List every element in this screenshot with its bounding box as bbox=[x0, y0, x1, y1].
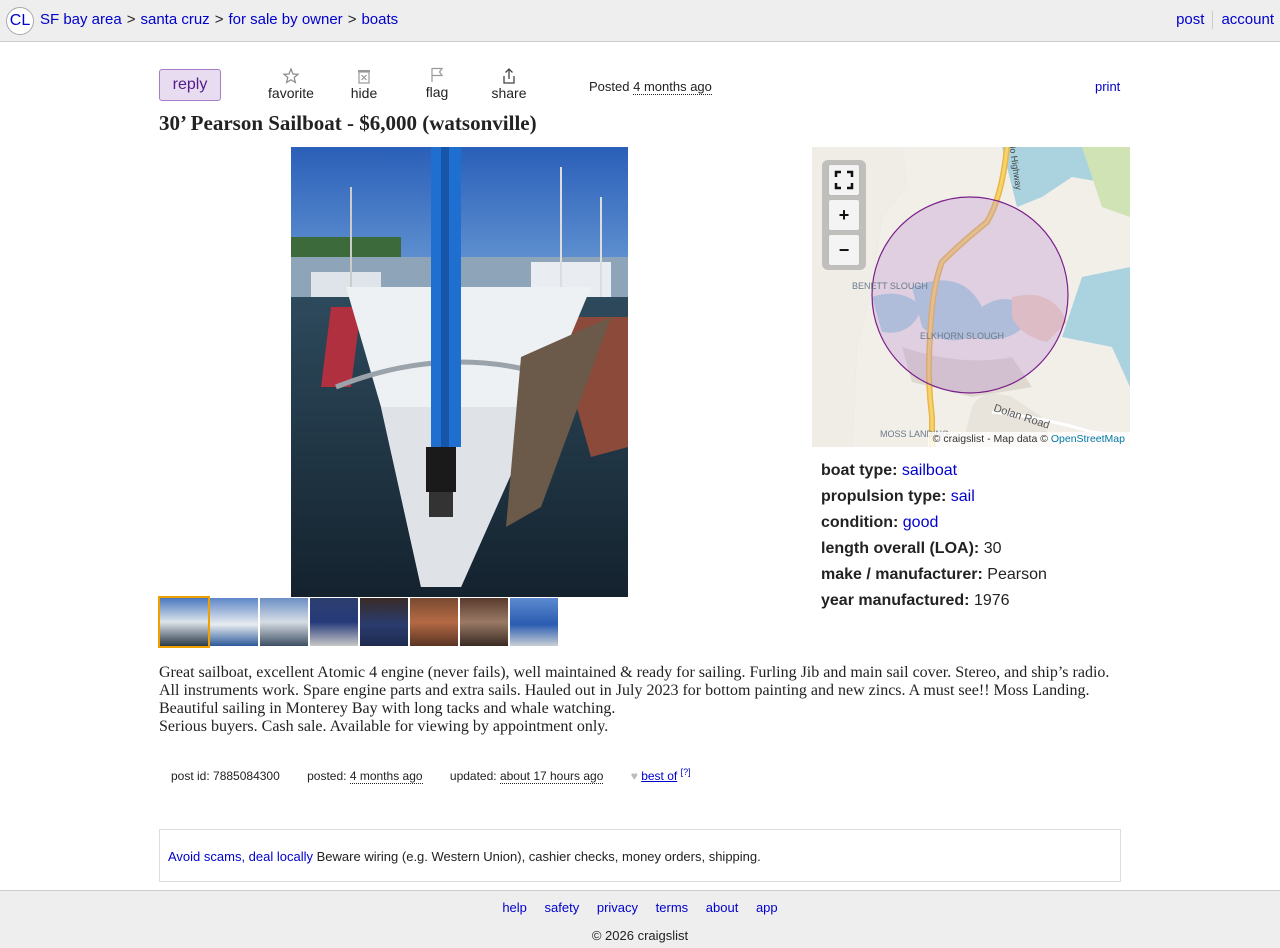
main-photo[interactable] bbox=[291, 147, 628, 597]
attr-value-link[interactable]: good bbox=[903, 514, 939, 531]
flag-label: flag bbox=[425, 84, 449, 100]
footer-app-link[interactable]: app bbox=[756, 900, 778, 915]
account-links: post account bbox=[1176, 11, 1274, 30]
breadcrumb-category[interactable]: for sale by owner bbox=[228, 11, 342, 28]
thumbnail-6[interactable] bbox=[410, 598, 458, 646]
thumbnail-8[interactable] bbox=[510, 598, 558, 646]
sailboat-photo bbox=[291, 147, 628, 597]
posting-body-paragraph: Serious buyers. Cash sale. Available for… bbox=[159, 718, 609, 735]
attr-label: condition: bbox=[821, 514, 899, 531]
attr-label: length overall (LOA): bbox=[821, 540, 980, 557]
attr-label: propulsion type: bbox=[821, 488, 947, 505]
map-label-benett-slough: BENETT SLOUGH bbox=[852, 281, 928, 291]
thumbnail-4[interactable] bbox=[310, 598, 358, 646]
map-controls: + − bbox=[822, 160, 866, 270]
thumbnail-1[interactable] bbox=[158, 596, 210, 648]
posted-label: posted: bbox=[307, 769, 347, 783]
fullscreen-button[interactable] bbox=[828, 164, 860, 196]
attr-make: make / manufacturer: Pearson bbox=[821, 565, 1047, 591]
breadcrumb-subarea[interactable]: santa cruz bbox=[140, 11, 209, 28]
posting-body: Great sailboat, excellent Atomic 4 engin… bbox=[159, 664, 1119, 736]
attr-propulsion-type: propulsion type: sail bbox=[821, 487, 1047, 513]
attr-label: boat type: bbox=[821, 462, 898, 479]
posting-title: 30’ Pearson Sailboat - $6,000 (watsonvil… bbox=[159, 111, 537, 135]
updated-label: updated: bbox=[449, 769, 497, 783]
reply-button[interactable]: reply bbox=[159, 69, 221, 101]
best-of: ♥ best of [?] bbox=[630, 767, 691, 783]
breadcrumb-separator: > bbox=[214, 11, 224, 28]
post-link[interactable]: post bbox=[1176, 11, 1204, 28]
breadcrumb-subcategory[interactable]: boats bbox=[361, 11, 398, 28]
thumbnail-5[interactable] bbox=[360, 598, 408, 646]
footer-safety-link[interactable]: safety bbox=[545, 900, 580, 915]
footer-terms-link[interactable]: terms bbox=[656, 900, 689, 915]
attr-boat-type: boat type: sailboat bbox=[821, 461, 1047, 487]
share-label: share bbox=[491, 85, 527, 101]
scam-notice-text: Beware wiring (e.g. Western Union), cash… bbox=[316, 849, 761, 864]
attr-value-link[interactable]: sailboat bbox=[902, 462, 957, 479]
share-icon bbox=[503, 68, 515, 84]
divider bbox=[1212, 11, 1214, 30]
best-of-link[interactable]: best of bbox=[641, 769, 677, 783]
top-bar: CL SF bay area > santa cruz > for sale by ow… bbox=[0, 0, 1280, 42]
zoom-in-button[interactable]: + bbox=[828, 199, 860, 231]
attr-value: 1976 bbox=[973, 592, 1010, 609]
zoom-out-button[interactable]: − bbox=[828, 234, 860, 266]
footer-help-link[interactable]: help bbox=[502, 900, 527, 915]
footer-privacy-link[interactable]: privacy bbox=[597, 900, 638, 915]
footer: help safety privacy terms about app © 20… bbox=[0, 890, 1280, 948]
flag-icon bbox=[431, 67, 444, 82]
favorite-button[interactable]: favorite bbox=[261, 67, 321, 101]
avoid-scams-link[interactable]: Avoid scams, deal locally bbox=[168, 849, 313, 864]
post-id: post id: 7885084300 bbox=[171, 769, 280, 783]
copyright: © 2026 craigslist bbox=[591, 928, 689, 943]
breadcrumb: SF bay area > santa cruz > for sale by owner… bbox=[40, 11, 398, 28]
thumbnail-7[interactable] bbox=[460, 598, 508, 646]
best-of-help-link[interactable]: [?] bbox=[681, 767, 691, 777]
hide-label: hide bbox=[350, 85, 378, 101]
favorite-label: favorite bbox=[268, 85, 314, 101]
trash-x-icon bbox=[358, 70, 370, 84]
footer-links: help safety privacy terms about app bbox=[0, 900, 1280, 915]
posted-info: posted: 4 months ago bbox=[307, 769, 423, 784]
breadcrumb-separator: > bbox=[347, 11, 357, 28]
posting-info: post id: 7885084300 posted: 4 months ago… bbox=[171, 767, 691, 784]
star-icon bbox=[282, 67, 300, 84]
breadcrumb-area[interactable]: SF bay area bbox=[40, 11, 122, 28]
attr-value: 30 bbox=[983, 540, 1002, 557]
posted-prefix: Posted bbox=[589, 79, 630, 94]
attribute-list: boat type: sailboat propulsion type: sai… bbox=[821, 461, 1047, 617]
map-label-elkhorn-slough: ELKHORN SLOUGH bbox=[920, 331, 1004, 341]
share-button[interactable]: share bbox=[479, 67, 539, 101]
heart-icon: ♥ bbox=[630, 769, 638, 783]
attr-length: length overall (LOA): 30 bbox=[821, 539, 1047, 565]
updated-value: about 17 hours ago bbox=[499, 769, 604, 784]
posted-value: 4 months ago bbox=[349, 769, 423, 784]
posting-body-paragraph: Great sailboat, excellent Atomic 4 engin… bbox=[159, 664, 1110, 717]
map-attribution: © craigslist - Map data © OpenStreetMap bbox=[927, 432, 1130, 447]
print-link[interactable]: print bbox=[1095, 79, 1120, 94]
attr-label: make / manufacturer: bbox=[821, 566, 983, 583]
breadcrumb-separator: > bbox=[126, 11, 136, 28]
posted-date: Posted 4 months ago bbox=[589, 79, 712, 95]
attr-condition: condition: good bbox=[821, 513, 1047, 539]
craigslist-logo[interactable]: CL bbox=[6, 7, 34, 35]
thumbnail-3[interactable] bbox=[260, 598, 308, 646]
posted-when: 4 months ago bbox=[633, 79, 712, 95]
fullscreen-icon bbox=[834, 170, 854, 190]
footer-about-link[interactable]: about bbox=[706, 900, 739, 915]
attribution-text: © craigslist - Map data © bbox=[932, 433, 1048, 445]
openstreetmap-link[interactable]: OpenStreetMap bbox=[1051, 433, 1125, 445]
flag-button[interactable]: flag bbox=[407, 66, 467, 100]
attr-label: year manufactured: bbox=[821, 592, 970, 609]
scam-notice: Avoid scams, deal locally Beware wiring … bbox=[159, 829, 1121, 882]
thumbnail-2[interactable] bbox=[210, 598, 258, 646]
updated-info: updated: about 17 hours ago bbox=[449, 769, 604, 784]
attr-value-link[interactable]: sail bbox=[951, 488, 975, 505]
location-map[interactable]: BENETT SLOUGH ELKHORN SLOUGH Dolan Road … bbox=[812, 147, 1130, 447]
hide-button[interactable]: hide bbox=[334, 67, 394, 101]
account-link[interactable]: account bbox=[1221, 11, 1274, 28]
attr-value: Pearson bbox=[987, 566, 1047, 583]
attr-year: year manufactured: 1976 bbox=[821, 591, 1047, 617]
